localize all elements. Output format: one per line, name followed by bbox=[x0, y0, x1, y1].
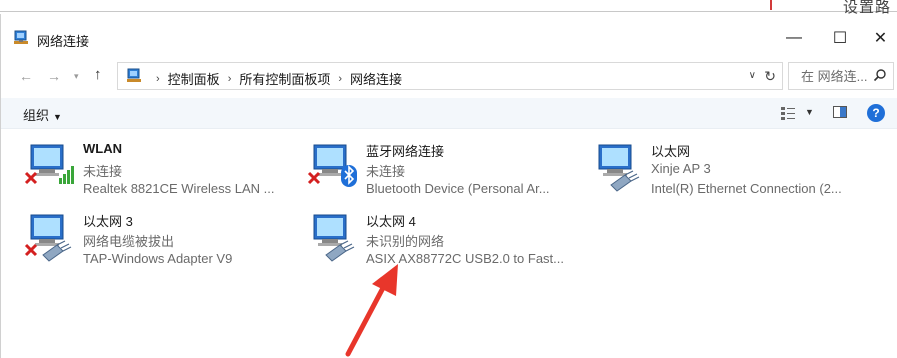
preview-pane-icon[interactable] bbox=[833, 106, 847, 118]
connection-name: WLAN bbox=[83, 141, 122, 156]
background-window-divider bbox=[0, 11, 897, 12]
connection-name: 以太网 3 bbox=[83, 214, 133, 229]
connection-status: 未连接 bbox=[366, 164, 406, 179]
maximize-button[interactable]: ☐ bbox=[817, 22, 863, 54]
connection-status: 网络电缆被拔出 bbox=[83, 234, 175, 249]
help-icon[interactable]: ? bbox=[867, 104, 885, 122]
connection-status: 未识别的网络 bbox=[366, 234, 445, 249]
change-view-icon[interactable] bbox=[780, 105, 796, 121]
organize-chevron-icon: ▼ bbox=[53, 112, 62, 122]
search-icon[interactable] bbox=[873, 68, 887, 82]
title-bar[interactable]: 网络连接 — ☐ ✕ bbox=[1, 14, 897, 54]
ethernet-adapter-icon bbox=[598, 144, 640, 192]
ethernet-adapter-icon bbox=[313, 214, 355, 262]
connection-item-ethernet[interactable]: 以太网 Xinje AP 3 Intel(R) Ethernet Connect… bbox=[591, 141, 881, 209]
breadcrumb: › 控制面板 › 所有控制面板项 › 网络连接 bbox=[148, 69, 402, 88]
search-box[interactable] bbox=[788, 62, 894, 90]
minimize-button[interactable]: — bbox=[771, 22, 817, 54]
window-title: 网络连接 bbox=[37, 34, 90, 49]
breadcrumb-separator-icon[interactable]: › bbox=[338, 73, 342, 85]
breadcrumb-separator-icon[interactable]: › bbox=[156, 73, 160, 85]
connection-status: Xinje AP 3 bbox=[651, 161, 711, 176]
annotation-arrow-icon bbox=[345, 264, 398, 357]
up-arrow-icon[interactable]: ↑ bbox=[94, 66, 102, 83]
breadcrumb-separator-icon[interactable]: › bbox=[228, 73, 232, 85]
recent-locations-chevron-icon[interactable]: ▾ bbox=[74, 71, 79, 82]
view-options-chevron-icon[interactable]: ▼ bbox=[805, 107, 814, 117]
control-panel-icon bbox=[127, 68, 141, 82]
connection-item-bluetooth[interactable]: 蓝牙网络连接 未连接 Bluetooth Device (Personal Ar… bbox=[306, 141, 596, 209]
network-connections-icon bbox=[14, 30, 28, 44]
connection-device: Bluetooth Device (Personal Ar... bbox=[366, 181, 550, 196]
command-bar: 组织 ▼ ▼ ? bbox=[1, 98, 897, 129]
connection-name: 以太网 bbox=[651, 144, 691, 159]
breadcrumb-control-panel[interactable]: 控制面板 bbox=[168, 69, 220, 88]
address-row: ← → ▾ ↑ › 控制面板 › 所有控制面板项 › 网络连接 ∨ ↻ bbox=[1, 62, 897, 92]
connection-device: TAP-Windows Adapter V9 bbox=[83, 251, 233, 266]
connection-device: Realtek 8821CE Wireless LAN ... bbox=[83, 181, 275, 196]
connections-list: WLAN 未连接 Realtek 8821CE Wireless LAN ...… bbox=[1, 129, 897, 358]
connection-name: 以太网 4 bbox=[366, 214, 416, 229]
search-input[interactable] bbox=[799, 68, 873, 85]
connection-item-wlan[interactable]: WLAN 未连接 Realtek 8821CE Wireless LAN ... bbox=[23, 141, 313, 209]
breadcrumb-network-connections[interactable]: 网络连接 bbox=[350, 69, 402, 88]
close-button[interactable]: ✕ bbox=[863, 22, 897, 54]
connection-device: Intel(R) Ethernet Connection (2... bbox=[651, 181, 842, 196]
organize-label: 组织 bbox=[23, 108, 50, 123]
background-annotation-mark bbox=[770, 0, 772, 10]
address-bar[interactable]: › 控制面板 › 所有控制面板项 › 网络连接 ∨ ↻ bbox=[117, 62, 783, 90]
back-arrow-icon[interactable]: ← bbox=[19, 68, 33, 84]
bluetooth-adapter-icon bbox=[307, 144, 357, 187]
network-connections-window: 网络连接 — ☐ ✕ ← → ▾ ↑ › 控制面板 › 所有控制面板项 › 网络… bbox=[0, 14, 897, 358]
wifi-adapter-icon bbox=[24, 144, 74, 185]
address-history-chevron-icon[interactable]: ∨ bbox=[749, 70, 756, 81]
connection-name: 蓝牙网络连接 bbox=[366, 144, 445, 159]
organize-menu-button[interactable]: 组织 ▼ bbox=[23, 105, 62, 124]
background-window-edge: 设置路 bbox=[0, 0, 897, 16]
ethernet-adapter-icon bbox=[24, 214, 72, 262]
connection-status: 未连接 bbox=[83, 164, 123, 179]
connection-item-ethernet-3[interactable]: 以太网 3 网络电缆被拔出 TAP-Windows Adapter V9 bbox=[23, 211, 313, 279]
forward-arrow-icon[interactable]: → bbox=[47, 68, 61, 84]
refresh-icon[interactable]: ↻ bbox=[764, 68, 776, 85]
breadcrumb-all-items[interactable]: 所有控制面板项 bbox=[239, 69, 330, 88]
